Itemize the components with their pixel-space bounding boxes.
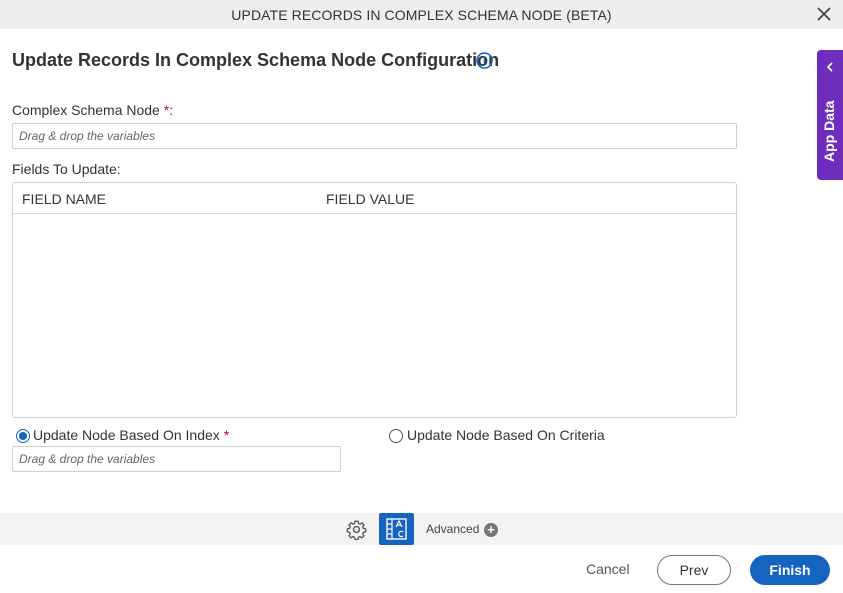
radio-update-by-index[interactable] — [16, 429, 30, 443]
table-header: FIELD NAME FIELD VALUE — [13, 183, 736, 214]
close-icon[interactable] — [817, 7, 831, 21]
gear-icon[interactable] — [346, 519, 367, 540]
plus-icon[interactable]: + — [484, 523, 498, 537]
fields-to-update-table[interactable]: FIELD NAME FIELD VALUE — [12, 182, 737, 418]
index-field[interactable]: Drag & drop the variables — [12, 446, 341, 472]
label-colon: : — [169, 102, 174, 118]
complex-schema-node-label-text: Complex Schema Node — [12, 102, 160, 118]
info-icon[interactable] — [476, 52, 493, 69]
data-mapping-icon — [386, 518, 407, 540]
cancel-button[interactable]: Cancel — [586, 561, 630, 577]
bottom-toolbar: Advanced + — [0, 513, 843, 545]
data-mapping-button[interactable] — [379, 513, 414, 545]
radio-index-text: Update Node Based On Index — [33, 427, 220, 443]
complex-schema-node-placeholder: Drag & drop the variables — [19, 129, 156, 143]
column-header-field-value: FIELD VALUE — [326, 191, 415, 207]
required-mark: * — [223, 427, 230, 443]
radio-update-by-index-label: Update Node Based On Index * — [33, 427, 229, 443]
chevron-left-icon — [826, 62, 833, 72]
page-title: Update Records In Complex Schema Node Co… — [12, 50, 500, 70]
column-header-field-name: FIELD NAME — [22, 191, 107, 207]
app-data-panel-tab[interactable]: App Data — [817, 50, 843, 180]
fields-to-update-label: Fields To Update: — [12, 161, 121, 177]
finish-button[interactable]: Finish — [750, 555, 830, 585]
complex-schema-node-field[interactable]: Drag & drop the variables — [12, 123, 737, 149]
index-placeholder: Drag & drop the variables — [19, 452, 156, 466]
radio-update-by-criteria[interactable] — [389, 429, 403, 443]
dialog-title: UPDATE RECORDS IN COMPLEX SCHEMA NODE (B… — [231, 7, 612, 23]
advanced-toggle[interactable]: Advanced — [426, 522, 479, 536]
app-data-label: App Data — [821, 100, 837, 162]
radio-update-by-criteria-label: Update Node Based On Criteria — [407, 427, 605, 443]
prev-button[interactable]: Prev — [657, 555, 731, 585]
complex-schema-node-label: Complex Schema Node *: — [12, 102, 173, 118]
dialog-titlebar: UPDATE RECORDS IN COMPLEX SCHEMA NODE (B… — [0, 0, 843, 29]
